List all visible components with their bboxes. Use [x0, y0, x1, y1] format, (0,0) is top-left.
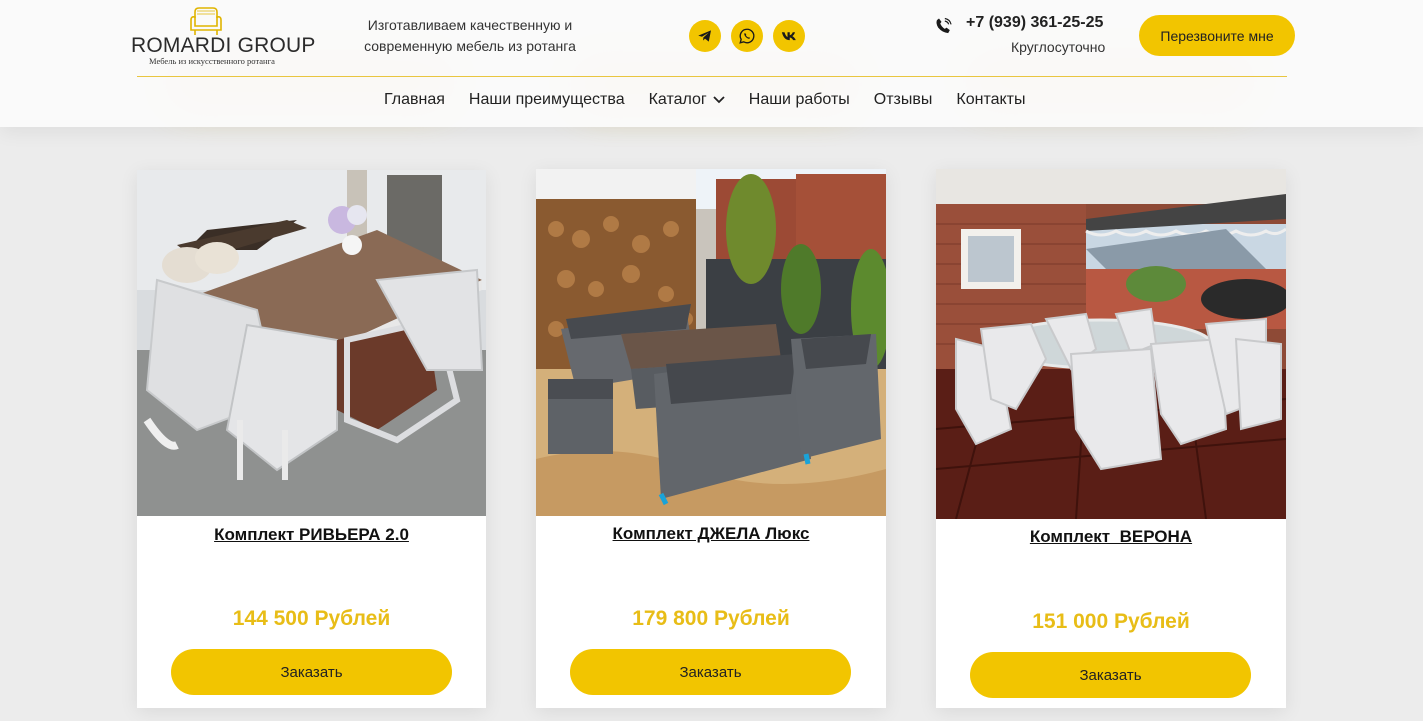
- nav-item-contacts[interactable]: Контакты: [956, 91, 1025, 109]
- whatsapp-link[interactable]: [731, 20, 763, 52]
- tagline-line: Изготавливаем качественную и: [367, 17, 573, 33]
- product-card: Комплект РИВЬЕРА 2.0 144 500 Рублей Зака…: [137, 170, 486, 708]
- telegram-link[interactable]: [689, 20, 721, 52]
- product-title[interactable]: Комплект ВЕРОНА: [936, 527, 1286, 547]
- brand-name: ROMARDI GROUP: [131, 34, 316, 57]
- product-photo: [936, 169, 1286, 519]
- product-title[interactable]: Комплект РИВЬЕРА 2.0: [137, 525, 486, 545]
- telegram-icon: [698, 30, 711, 42]
- nav-item-reviews[interactable]: Отзывы: [874, 91, 933, 109]
- nav-item-label: Каталог: [648, 91, 707, 108]
- brand-subtitle: Мебель из искусственного ротанга: [149, 56, 275, 66]
- product-card: Комплект ВЕРОНА 151 000 Рублей Заказать: [936, 169, 1286, 708]
- product-image[interactable]: [936, 169, 1286, 519]
- product-image[interactable]: [536, 169, 886, 516]
- tagline: Изготавливаем качественную и современную…: [355, 15, 585, 57]
- header-divider: [137, 76, 1287, 77]
- nav-item-works[interactable]: Наши работы: [749, 91, 850, 109]
- nav-item-home[interactable]: Главная: [384, 91, 445, 109]
- vk-link[interactable]: [773, 20, 805, 52]
- vk-icon: [781, 32, 796, 41]
- order-button[interactable]: Заказать: [171, 649, 452, 695]
- phone-number[interactable]: +7 (939) 361-25-25: [966, 14, 1103, 32]
- product-title[interactable]: Комплект ДЖЕЛА Люкс: [536, 524, 886, 544]
- product-price: 179 800 Рублей: [632, 607, 790, 630]
- product-photo: [137, 170, 486, 516]
- product-price: 144 500 Рублей: [232, 607, 391, 630]
- main-nav: Главная Наши преимущества Каталог Наши р…: [384, 91, 1026, 109]
- social-links: [689, 20, 805, 52]
- order-button[interactable]: Заказать: [970, 652, 1251, 698]
- product-price: 151 000 Рублей: [1032, 610, 1190, 633]
- phone-icon: [936, 17, 952, 34]
- nav-item-catalog[interactable]: Каталог: [649, 91, 725, 109]
- site-header: ROMARDI GROUP Мебель из искусственного р…: [0, 0, 1423, 127]
- order-button[interactable]: Заказать: [570, 649, 851, 695]
- product-image[interactable]: [137, 170, 486, 516]
- chevron-down-icon: [713, 96, 725, 104]
- product-photo: [536, 169, 886, 516]
- product-card: Комплект ДЖЕЛА Люкс 179 800 Рублей Заказ…: [536, 169, 886, 708]
- working-hours: Круглосуточно: [1011, 39, 1106, 55]
- whatsapp-icon: [739, 28, 755, 44]
- tagline-line: современную мебель из ротанга: [364, 38, 576, 54]
- logo[interactable]: ROMARDI GROUP Мебель из искусственного р…: [131, 6, 321, 68]
- nav-item-advantages[interactable]: Наши преимущества: [469, 91, 625, 109]
- callback-button[interactable]: Перезвоните мне: [1139, 15, 1295, 56]
